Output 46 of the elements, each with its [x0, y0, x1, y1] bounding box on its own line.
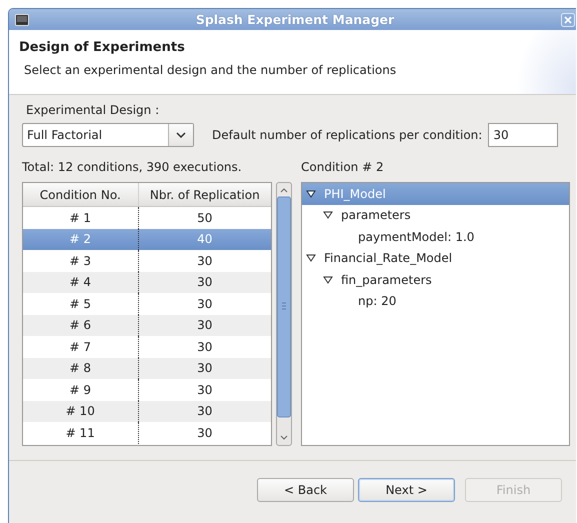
tree-item[interactable]: paymentModel: 1.0	[302, 226, 569, 248]
expanded-triangle-icon[interactable]	[323, 276, 333, 284]
table-cell-text: 30	[196, 382, 214, 399]
expanded-triangle-icon[interactable]	[306, 254, 316, 262]
window-title: Splash Experiment Manager	[194, 12, 396, 27]
field-label: Experimental Design :	[26, 103, 160, 117]
table-cell-text: 30	[196, 424, 214, 442]
chevron-down-icon	[176, 132, 186, 138]
table-row[interactable]: # 10 30	[23, 400, 271, 422]
table-cell: # 10	[23, 400, 139, 422]
table-cell-text: 30	[196, 274, 214, 292]
field-label: Default number of replications per condition:	[212, 128, 482, 142]
table-row[interactable]: # 8 30	[23, 358, 271, 379]
table-row[interactable]: # 6 30	[23, 314, 271, 336]
table-cell: # 8	[23, 358, 139, 379]
table-cell-text: 30	[196, 403, 214, 420]
table-row[interactable]: # 4 30	[23, 272, 271, 293]
page-title: Design of Experiments	[19, 39, 185, 55]
expanded-triangle-icon[interactable]	[306, 190, 316, 198]
table-cell-text: 50	[196, 210, 214, 227]
table-cell-text: 30	[196, 338, 214, 356]
table-cell: # 11	[23, 422, 139, 444]
wizard-button[interactable]: < Back	[257, 478, 354, 502]
table-row[interactable]: # 11 30	[23, 422, 271, 444]
tree-item[interactable]: Financial_Rate_Model	[302, 248, 569, 269]
table-cell-text: 30	[196, 360, 214, 378]
column-header[interactable]: Nbr. of Replication	[138, 183, 271, 206]
window-icon	[15, 14, 29, 26]
condition-title: Condition # 2	[301, 160, 384, 176]
page-description: Select an experimental design and the number of replications	[23, 62, 396, 77]
tree-item[interactable]: fin_parameters	[302, 269, 569, 290]
column-header[interactable]: Condition No.	[23, 183, 139, 206]
design-dropdown[interactable]: Full Factorial	[22, 123, 194, 147]
table-cell: # 6	[23, 314, 139, 336]
replications-field[interactable]: 30	[488, 123, 558, 147]
table-cell-text: 30	[196, 296, 214, 313]
summary-label: Total: 12 conditions, 390 executions.	[22, 160, 242, 176]
expanded-triangle-icon[interactable]	[323, 211, 333, 220]
wizard-button[interactable]: Next >	[358, 478, 455, 502]
tree-item[interactable]: np: 20	[302, 290, 569, 312]
table-cell-text: 40	[196, 231, 214, 248]
tree-item[interactable]: parameters	[302, 204, 569, 226]
table-cell: # 2	[23, 228, 139, 250]
table-cell: # 4	[23, 272, 139, 293]
table-cell-text: 30	[196, 317, 214, 334]
table-cell-text: 30	[196, 252, 214, 270]
